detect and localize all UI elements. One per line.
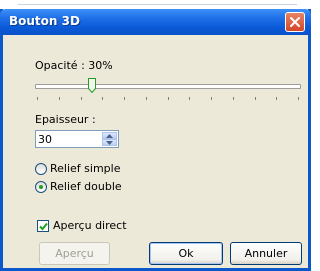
- window-title: Bouton 3D: [9, 14, 80, 28]
- background-line: [18, 4, 297, 5]
- live-preview-checkbox[interactable]: [37, 220, 49, 232]
- thickness-label: Epaisseur :: [35, 113, 96, 126]
- slider-tick: [167, 97, 169, 100]
- opacity-slider-track[interactable]: [35, 84, 301, 89]
- title-bar[interactable]: Bouton 3D: [0, 9, 311, 35]
- relief-simple-radio[interactable]: [35, 163, 47, 175]
- slider-tick: [211, 97, 212, 100]
- opacity-slider-thumb[interactable]: [87, 78, 96, 93]
- spin-down-button[interactable]: [102, 139, 117, 146]
- checkmark-icon: [39, 222, 48, 231]
- close-icon: [290, 17, 300, 27]
- relief-double-radio[interactable]: [35, 181, 47, 193]
- spin-buttons: [102, 132, 117, 146]
- slider-tick: [102, 97, 104, 100]
- preview-button[interactable]: Aperçu: [39, 242, 110, 265]
- slider-tick: [298, 97, 299, 100]
- slider-tick: [145, 97, 147, 100]
- spin-down-icon: [106, 140, 113, 145]
- dialog-window: Bouton 3D Opacité : 30% Epaisseur : 30 R…: [0, 9, 311, 271]
- opacity-slider-ticks: [37, 97, 299, 101]
- relief-double-label[interactable]: Relief double: [50, 180, 122, 193]
- slider-tick: [124, 97, 125, 100]
- opacity-label: Opacité : 30%: [35, 59, 113, 72]
- radio-selected-dot: [39, 185, 43, 189]
- thickness-spinner[interactable]: [35, 130, 119, 148]
- ok-button[interactable]: Ok: [149, 242, 223, 265]
- relief-simple-label[interactable]: Relief simple: [50, 162, 120, 175]
- slider-tick: [37, 97, 38, 100]
- slider-tick: [254, 97, 256, 100]
- thickness-input[interactable]: [38, 132, 100, 146]
- slider-tick: [232, 97, 234, 100]
- slider-tick: [189, 97, 191, 100]
- slider-tick: [80, 97, 82, 100]
- background-strip: [0, 0, 311, 9]
- slider-tick: [276, 97, 278, 100]
- close-button[interactable]: [285, 12, 305, 32]
- spin-up-button[interactable]: [102, 132, 117, 139]
- live-preview-label[interactable]: Aperçu direct: [53, 219, 127, 232]
- cancel-button[interactable]: Annuler: [230, 242, 302, 265]
- dialog-content: Opacité : 30% Epaisseur : Relief simple …: [3, 35, 308, 268]
- spin-up-icon: [106, 133, 113, 138]
- slider-tick: [58, 97, 60, 100]
